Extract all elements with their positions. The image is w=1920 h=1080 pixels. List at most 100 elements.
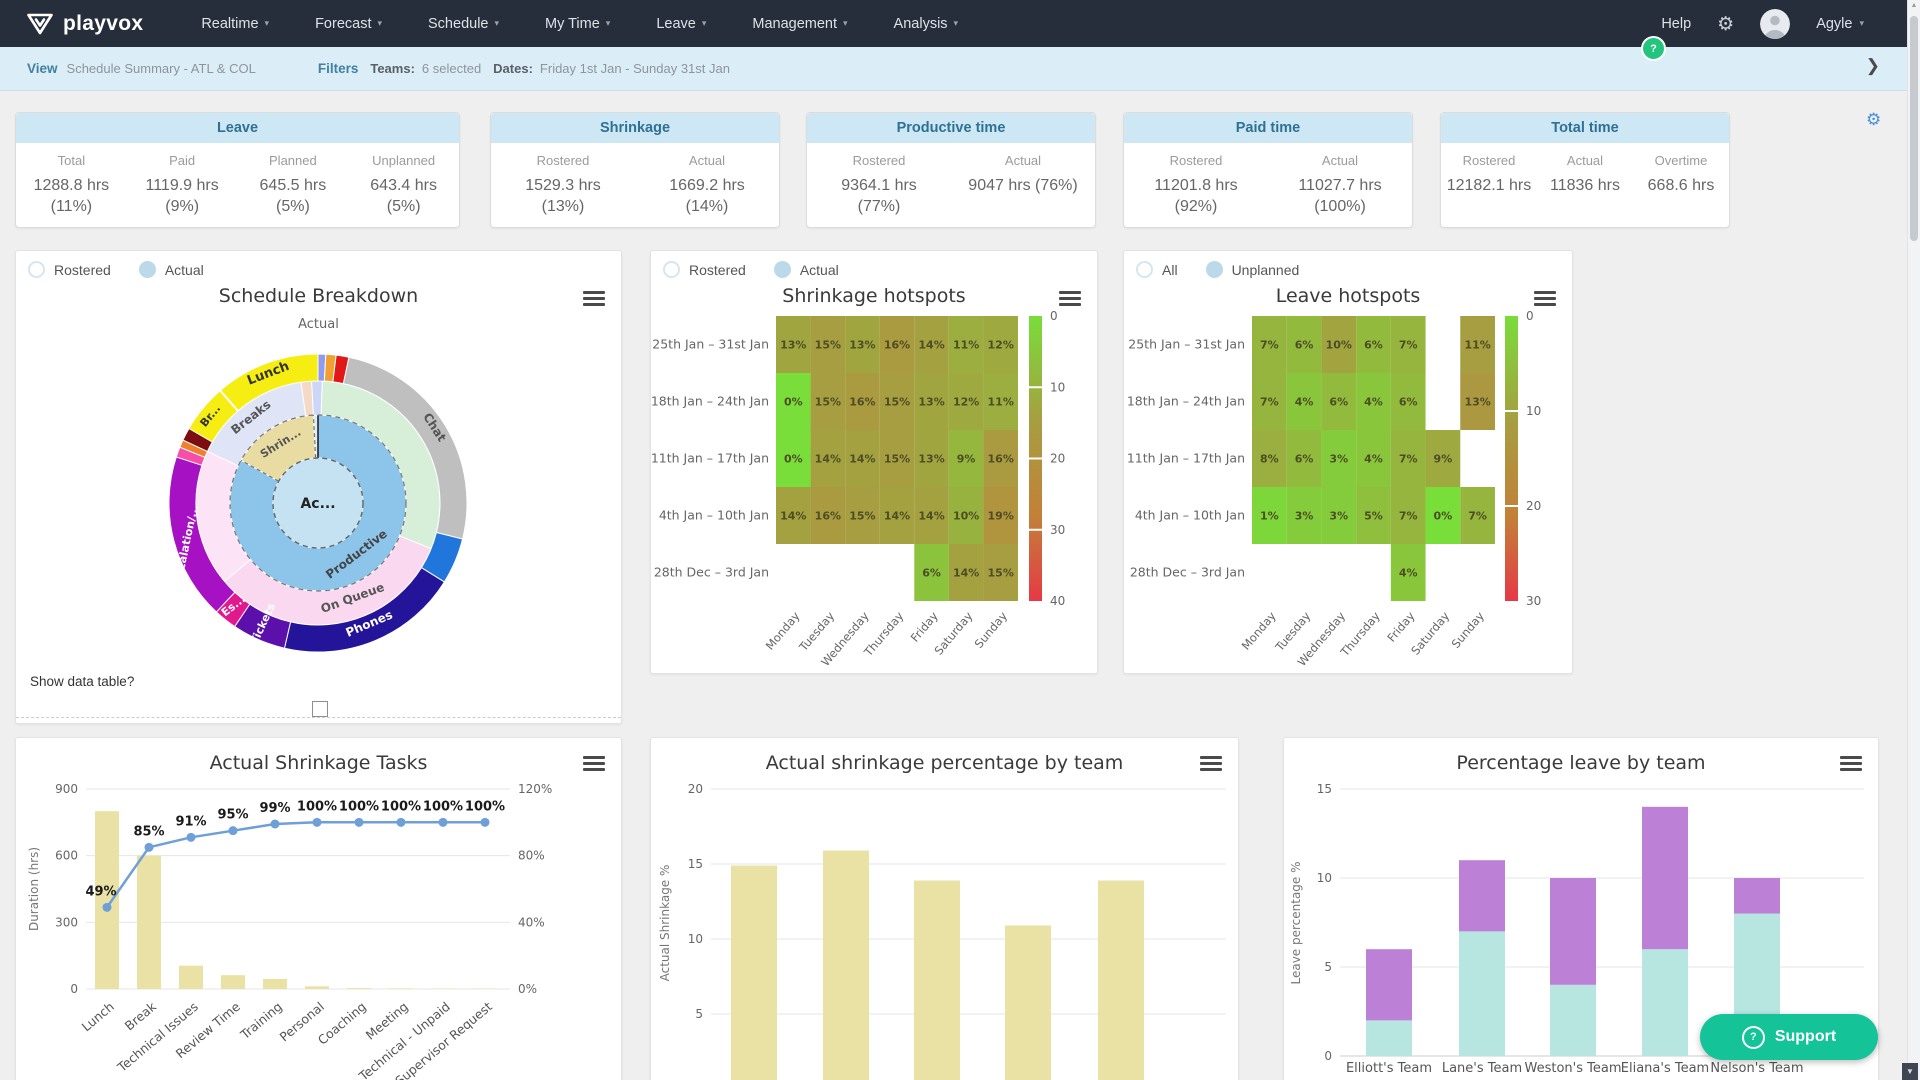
heatmap-row-label: 25th Jan – 31st Jan: [1128, 337, 1245, 352]
heatmap-cell-value: 6%: [1295, 453, 1314, 466]
toggle-all[interactable]: All: [1136, 261, 1178, 278]
radio-icon[interactable]: [28, 261, 45, 278]
nav-item-label: Realtime: [201, 16, 258, 32]
chart-menu-button[interactable]: [1059, 291, 1081, 306]
radio-icon[interactable]: [139, 261, 156, 278]
pareto-pct-label: 100%: [339, 799, 379, 814]
user-avatar[interactable]: [1760, 9, 1790, 39]
heatmap-cell-value: 16%: [849, 396, 875, 409]
heatmap-cell-value: 9%: [957, 453, 976, 466]
nav-item-forecast[interactable]: Forecast▾: [315, 16, 382, 32]
colorbar-tick: 30: [1526, 594, 1541, 608]
pareto-pct-label: 100%: [381, 799, 421, 814]
heatmap-cell-value: 3%: [1329, 453, 1348, 466]
user-menu[interactable]: Agyle ▾: [1816, 16, 1864, 32]
heatmap-col-label: Friday: [1384, 609, 1417, 645]
dates-value[interactable]: Friday 1st Jan - Sunday 31st Jan: [540, 61, 730, 76]
chart-menu-button[interactable]: [583, 756, 605, 771]
nav-item-schedule[interactable]: Schedule▾: [428, 16, 499, 32]
teams-value[interactable]: 6 selected: [422, 61, 481, 76]
kpi-card-body: Rostered9364.1 hrs(77%)Actual9047 hrs (7…: [807, 143, 1095, 218]
kpi-metric-label: Unplanned: [348, 153, 459, 168]
scroll-up-icon[interactable]: ▲: [1908, 2, 1920, 9]
kpi-metric: Rostered1529.3 hrs(13%): [491, 143, 635, 218]
heatmap-row-label: 18th Jan – 24th Jan: [1127, 394, 1245, 409]
heatmap-cell-value: 14%: [849, 453, 875, 466]
kpi-card-title: Paid time: [1124, 113, 1412, 143]
chart-menu-button[interactable]: [1200, 756, 1222, 771]
heatmap-col-label: Sunday: [972, 609, 1011, 651]
pareto-pct-label: 100%: [465, 799, 505, 814]
heatmap-cell-value: 14%: [815, 453, 841, 466]
pareto-marker: [187, 833, 196, 842]
chart-menu-button[interactable]: [1840, 756, 1862, 771]
kpi-metric-value: 1529.3 hrs(13%): [491, 176, 635, 218]
nav-item-analysis[interactable]: Analysis▾: [894, 16, 959, 32]
help-link[interactable]: Help: [1661, 16, 1691, 32]
settings-gear-icon[interactable]: ⚙: [1717, 13, 1734, 35]
kpi-metric-value: 668.6 hrs: [1633, 176, 1729, 197]
pareto-bar: [347, 988, 371, 989]
heatmap-cell-value: 13%: [849, 339, 875, 352]
stacked-bar-top: [1642, 807, 1688, 949]
nav-item-my-time[interactable]: My Time▾: [545, 16, 610, 32]
help-badge[interactable]: ?: [1641, 36, 1666, 61]
view-label[interactable]: View: [27, 61, 58, 76]
radio-icon[interactable]: [1206, 261, 1223, 278]
nav-item-label: My Time: [545, 16, 600, 32]
support-button[interactable]: ? Support: [1700, 1014, 1878, 1060]
chart-menu-button[interactable]: [583, 291, 605, 306]
heatmap-row-label: 28th Dec – 3rd Jan: [1130, 565, 1245, 580]
heatmap-cell-value: 15%: [884, 453, 910, 466]
shrinkage-tasks-chart: 00%30040%60080%900120%Duration (hrs)Lunc…: [16, 738, 621, 1080]
radio-icon[interactable]: [774, 261, 791, 278]
expand-chevron-icon[interactable]: ❯: [1866, 56, 1880, 76]
colorbar-tick: 20: [1050, 452, 1065, 466]
x-axis-label: Nelson's Team: [1710, 1061, 1803, 1076]
kpi-metric-value: 1669.2 hrs(14%): [635, 176, 779, 218]
show-data-table-checkbox[interactable]: [312, 701, 328, 717]
radio-icon[interactable]: [1136, 261, 1153, 278]
heatmap-cell-value: 14%: [953, 567, 979, 580]
heatmap-col-label: Friday: [908, 609, 941, 645]
scrollbar-thumb[interactable]: [1910, 16, 1918, 241]
pareto-bar: [179, 966, 203, 989]
chevron-down-icon: ▾: [843, 18, 848, 29]
heatmap-row-label: 25th Jan – 31st Jan: [652, 337, 769, 352]
kpi-metric: Rostered11201.8 hrs(92%): [1124, 143, 1268, 218]
x-axis-label: Lane's Team: [1442, 1061, 1522, 1076]
heatmap-row-label: 4th Jan – 10th Jan: [659, 508, 769, 523]
heatmap-cell-value: 14%: [918, 339, 944, 352]
toggle-actual[interactable]: Actual: [774, 261, 839, 278]
toggle-rostered[interactable]: Rostered: [28, 261, 111, 278]
kpi-metric-label: Actual: [951, 153, 1095, 168]
nav-item-leave[interactable]: Leave▾: [656, 16, 706, 32]
heatmap-cell-value: 13%: [780, 339, 806, 352]
nav-item-realtime[interactable]: Realtime▾: [201, 16, 269, 32]
heatmap-cell-value: 4%: [1364, 396, 1383, 409]
heatmap-cell-value: 15%: [815, 396, 841, 409]
nav-item-management[interactable]: Management▾: [752, 16, 847, 32]
scroll-down-icon[interactable]: ▼: [1902, 1063, 1918, 1080]
heatmap-colorbar: [1505, 316, 1518, 601]
show-data-table-label: Show data table?: [30, 674, 134, 689]
filters-label[interactable]: Filters: [318, 61, 359, 76]
view-value[interactable]: Schedule Summary - ATL & COL: [67, 61, 256, 76]
radio-icon[interactable]: [663, 261, 680, 278]
toggle-actual[interactable]: Actual: [139, 261, 204, 278]
pareto-marker: [481, 818, 490, 827]
scrollbar[interactable]: ▲: [1907, 0, 1920, 1080]
stacked-bar-top: [1550, 878, 1596, 985]
y2-axis-tick: 0%: [518, 982, 537, 996]
user-name: Agyle: [1816, 16, 1852, 32]
toggle-unplanned[interactable]: Unplanned: [1206, 261, 1300, 278]
dashboard-gear-icon[interactable]: ⚙: [1866, 110, 1881, 130]
toggle-rostered[interactable]: Rostered: [663, 261, 746, 278]
heatmap-cell-value: 16%: [815, 510, 841, 523]
playvox-logo[interactable]: playvox: [26, 12, 143, 36]
kpi-card-paid-time: Paid timeRostered11201.8 hrs(92%)Actual1…: [1123, 112, 1413, 228]
kpi-metric-value: 11027.7 hrs(100%): [1268, 176, 1412, 218]
heatmap-row-label: 11th Jan – 17th Jan: [1127, 451, 1245, 466]
chart-menu-button[interactable]: [1534, 291, 1556, 306]
dates-label: Dates:: [493, 61, 533, 76]
